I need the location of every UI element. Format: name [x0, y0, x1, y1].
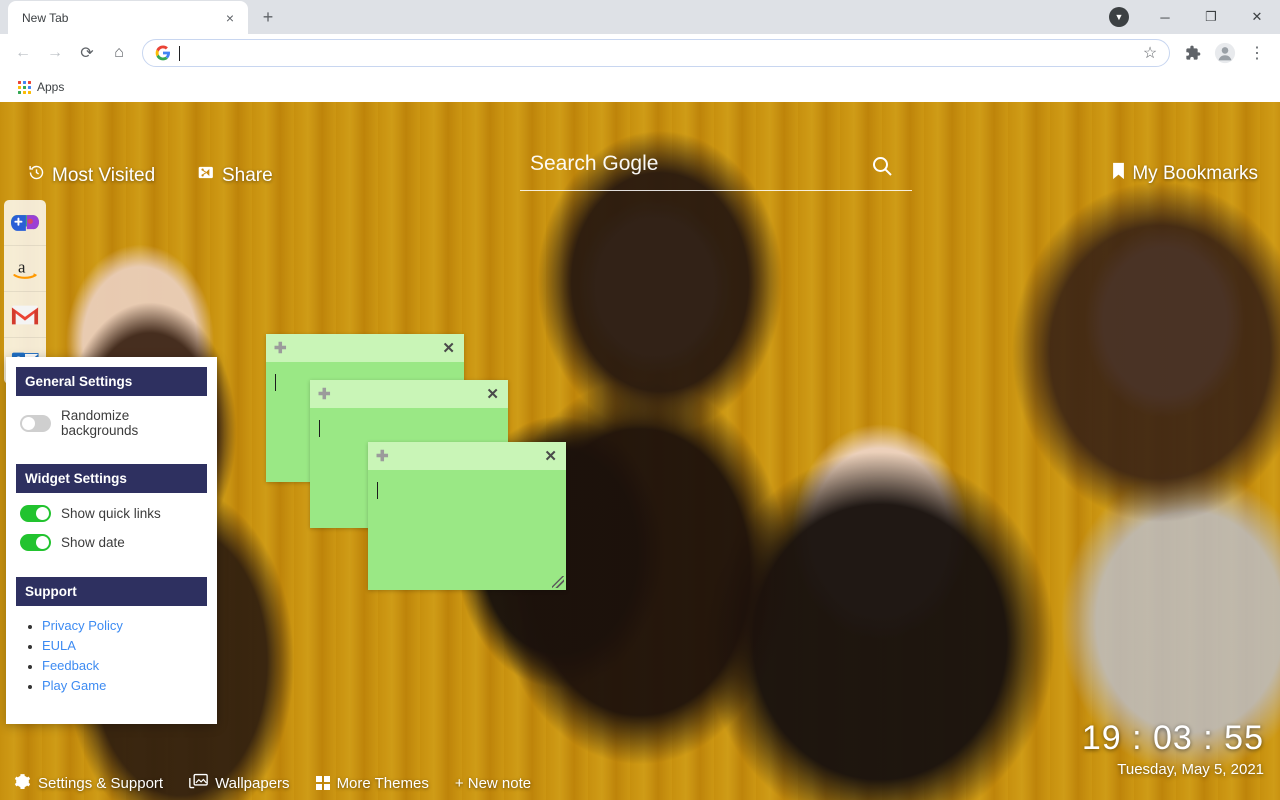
- toggle-show-date[interactable]: Show date: [20, 534, 207, 551]
- google-g-icon: [155, 45, 171, 61]
- ntp-top-bar: Most Visited Share My Bookmarks Search G…: [0, 102, 1280, 212]
- tab-close-icon[interactable]: ×: [220, 8, 240, 28]
- list-item: Play Game: [42, 678, 207, 693]
- list-item: Privacy Policy: [42, 618, 207, 633]
- wallpapers-button[interactable]: Wallpapers: [189, 773, 290, 794]
- wallpapers-label: Wallpapers: [215, 774, 290, 792]
- show-quick-links-switch[interactable]: [20, 505, 51, 522]
- browser-menu-icon[interactable]: ⋮: [1242, 38, 1272, 68]
- apps-grid-icon: [18, 80, 31, 94]
- most-visited-label: Most Visited: [52, 164, 156, 186]
- my-bookmarks-link[interactable]: My Bookmarks: [1112, 162, 1258, 186]
- reload-icon[interactable]: ⟳: [72, 38, 102, 68]
- plus-icon[interactable]: ✚: [376, 449, 389, 464]
- privacy-policy-link[interactable]: Privacy Policy: [42, 618, 123, 633]
- image-icon: [189, 773, 208, 794]
- new-note-button[interactable]: + New note: [455, 775, 531, 792]
- clock-time: 19 : 03 : 55: [1081, 719, 1264, 758]
- sticky-note-header: ✚ ✕: [368, 442, 566, 470]
- search-box: [520, 152, 912, 191]
- show-quick-links-label: Show quick links: [61, 506, 161, 521]
- show-date-label: Show date: [61, 535, 125, 550]
- address-bar[interactable]: ☆: [142, 39, 1170, 67]
- eula-link[interactable]: EULA: [42, 638, 76, 653]
- feedback-link[interactable]: Feedback: [42, 658, 99, 673]
- general-settings-header: General Settings: [16, 367, 207, 396]
- search-input[interactable]: [520, 152, 912, 191]
- address-input[interactable]: [179, 45, 1131, 61]
- support-header: Support: [16, 577, 207, 606]
- avatar[interactable]: [1210, 38, 1240, 68]
- tab-new-tab[interactable]: New Tab ×: [8, 1, 248, 34]
- toggle-show-quick-links[interactable]: Show quick links: [20, 505, 207, 522]
- chevron-down-icon: ▼: [1109, 7, 1129, 27]
- widget-settings-header: Widget Settings: [16, 464, 207, 493]
- randomize-backgrounds-switch[interactable]: [20, 414, 51, 432]
- extensions-puzzle-icon[interactable]: [1178, 38, 1208, 68]
- show-date-switch[interactable]: [20, 534, 51, 551]
- more-themes-label: More Themes: [336, 774, 429, 792]
- sticky-note-header: ✚ ✕: [266, 334, 464, 362]
- settings-panel: General Settings Randomize backgrounds W…: [6, 357, 217, 724]
- grid-icon: [315, 776, 330, 790]
- randomize-backgrounds-label: Randomize backgrounds: [61, 408, 139, 438]
- bookmarks-bar: Apps: [0, 72, 1280, 102]
- list-item: EULA: [42, 638, 207, 653]
- list-item: Feedback: [42, 658, 207, 673]
- quick-link-amazon-icon[interactable]: a: [4, 246, 46, 292]
- sticky-note-header: ✚ ✕: [310, 380, 508, 408]
- my-bookmarks-label: My Bookmarks: [1132, 163, 1258, 184]
- browser-window: New Tab × + ▼ ─ ❐ ✕ ← → ⟳ ⌂ ☆ ⋮ Apps Mos…: [0, 0, 1280, 800]
- new-note-label: + New note: [454, 774, 532, 792]
- new-tab-button[interactable]: +: [254, 3, 282, 31]
- plus-icon[interactable]: ✚: [274, 341, 287, 356]
- settings-support-button[interactable]: Settings & Support: [14, 773, 163, 794]
- profile-chip-button[interactable]: ▼: [1096, 0, 1142, 34]
- text-caret: [377, 482, 378, 499]
- svg-text:a: a: [18, 257, 26, 276]
- toggle-randomize-backgrounds[interactable]: Randomize backgrounds: [20, 408, 207, 438]
- most-visited-link[interactable]: Most Visited: [28, 164, 155, 187]
- tab-title: New Tab: [22, 10, 69, 25]
- play-game-link[interactable]: Play Game: [42, 678, 106, 693]
- quick-link-game-controller-icon[interactable]: [4, 200, 46, 246]
- close-icon[interactable]: ✕: [544, 449, 557, 464]
- history-icon: [28, 164, 45, 187]
- apps-shortcut[interactable]: Apps: [10, 77, 72, 97]
- bookmark-star-icon[interactable]: ☆: [1139, 42, 1161, 64]
- support-link-list: Privacy Policy EULA Feedback Play Game: [42, 618, 207, 693]
- tab-strip: New Tab × + ▼ ─ ❐ ✕: [0, 0, 1280, 34]
- search-icon[interactable]: [870, 154, 894, 183]
- text-caret: [275, 374, 276, 391]
- sticky-note-body[interactable]: [368, 470, 566, 590]
- ntp-bottom-bar: Settings & Support Wallpapers More Theme…: [0, 766, 1280, 800]
- close-icon[interactable]: ✕: [442, 341, 455, 356]
- share-link[interactable]: Share: [198, 164, 273, 187]
- close-window-icon[interactable]: ✕: [1234, 0, 1280, 34]
- browser-toolbar: ← → ⟳ ⌂ ☆ ⋮: [0, 34, 1280, 72]
- gear-icon: [14, 773, 31, 794]
- plus-icon[interactable]: ✚: [318, 387, 331, 402]
- minimize-icon[interactable]: ─: [1142, 0, 1188, 34]
- bookmark-icon: [1112, 162, 1125, 186]
- more-themes-button[interactable]: More Themes: [315, 774, 429, 792]
- home-icon[interactable]: ⌂: [104, 38, 134, 68]
- resize-handle-icon[interactable]: [552, 576, 564, 588]
- forward-icon[interactable]: →: [40, 38, 70, 68]
- sticky-note[interactable]: ✚ ✕: [368, 442, 566, 590]
- text-caret: [319, 420, 320, 437]
- back-icon[interactable]: ←: [8, 38, 38, 68]
- share-label: Share: [222, 164, 273, 186]
- maximize-icon[interactable]: ❐: [1188, 0, 1234, 34]
- apps-label: Apps: [37, 80, 65, 94]
- close-icon[interactable]: ✕: [486, 387, 499, 402]
- share-icon: [198, 164, 215, 187]
- window-controls: ▼ ─ ❐ ✕: [1096, 0, 1280, 34]
- new-tab-page: Most Visited Share My Bookmarks Search G…: [0, 102, 1280, 800]
- quick-link-gmail-icon[interactable]: [4, 292, 46, 338]
- settings-support-label: Settings & Support: [38, 774, 164, 792]
